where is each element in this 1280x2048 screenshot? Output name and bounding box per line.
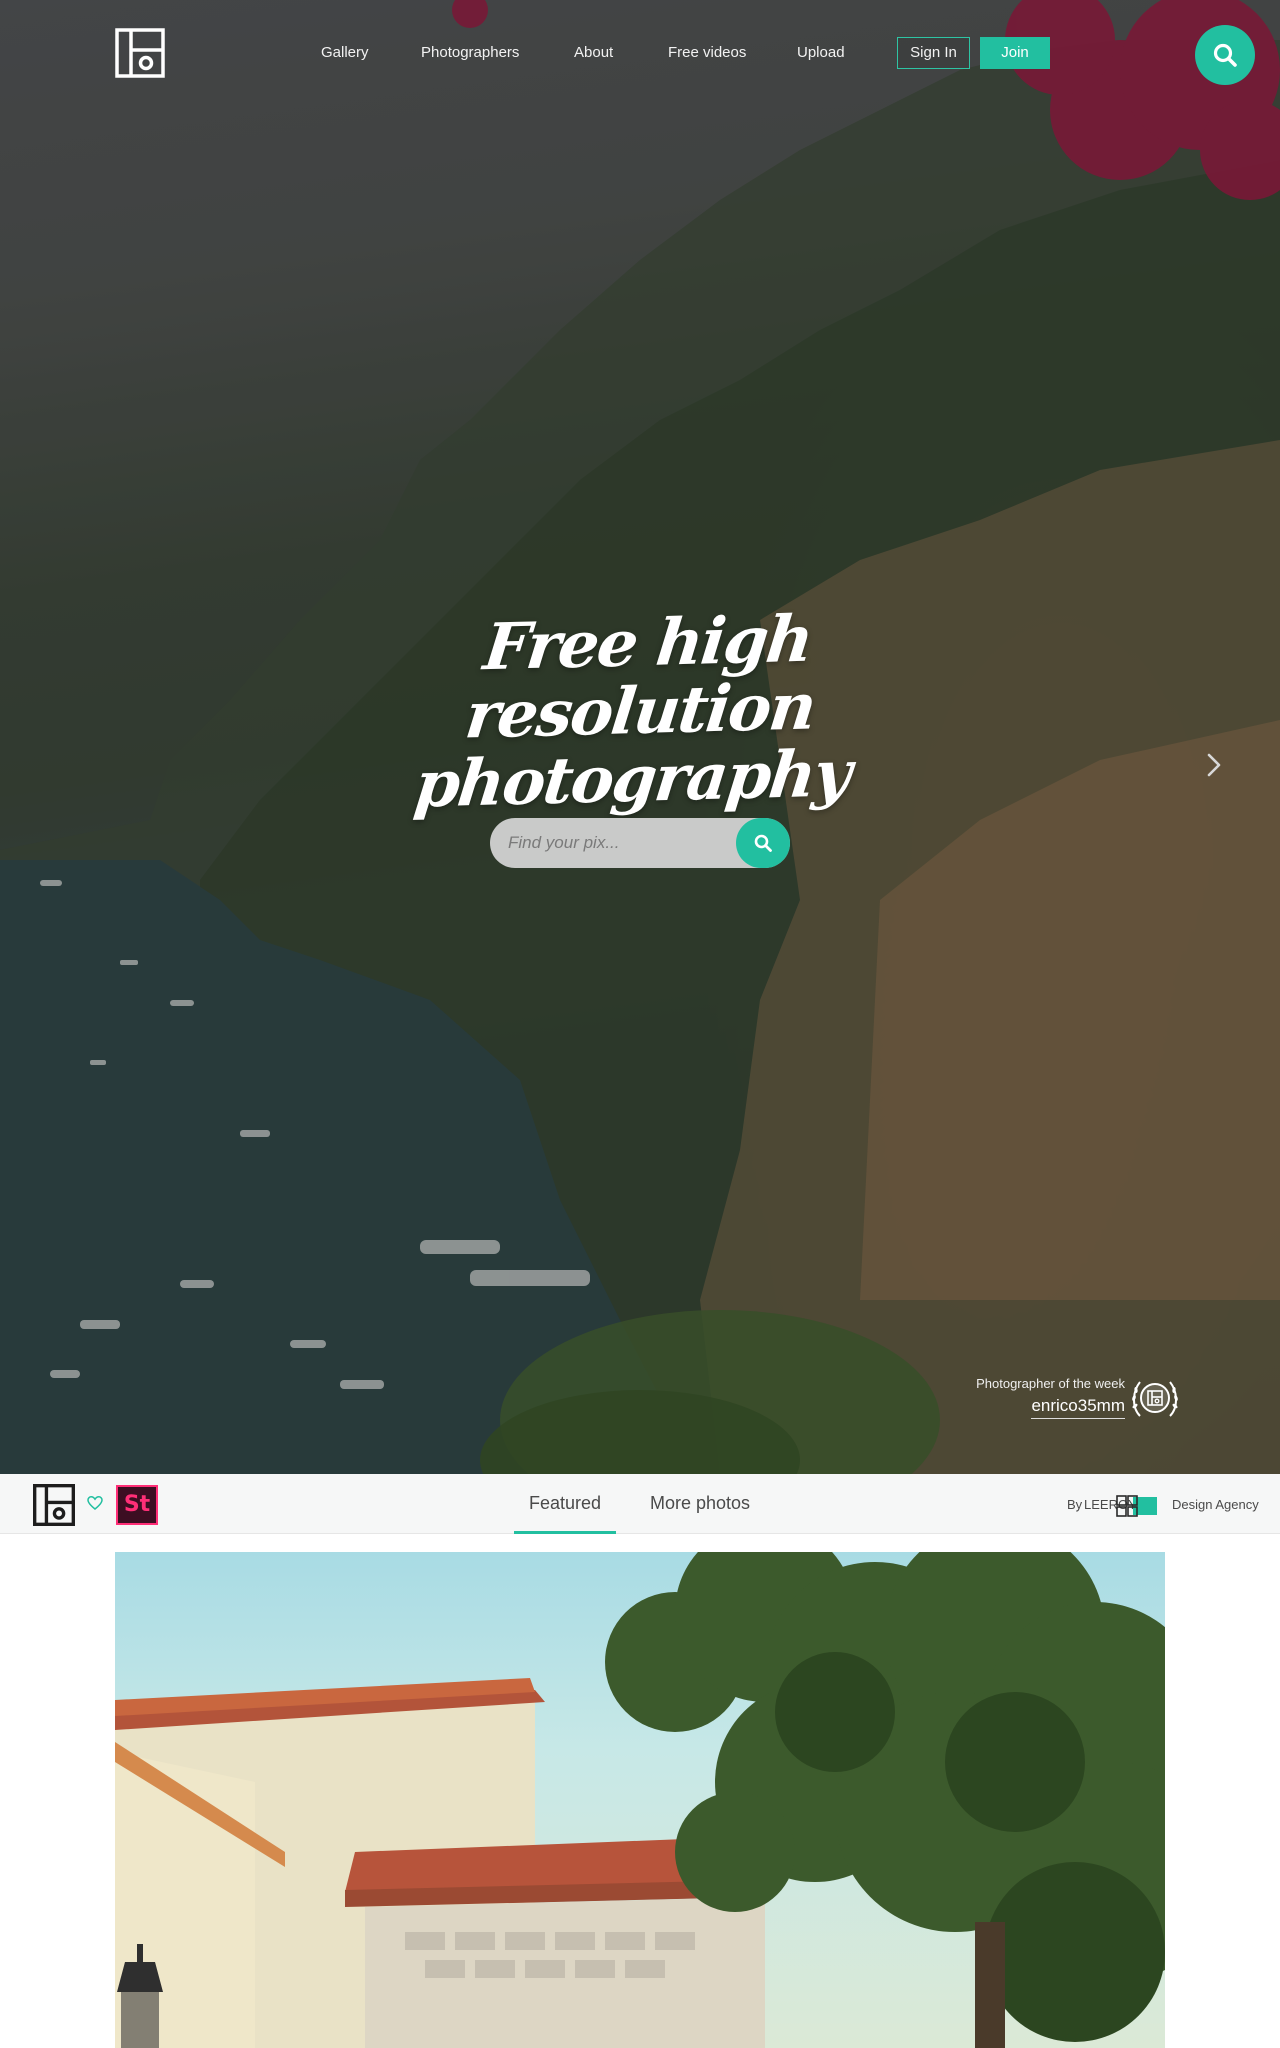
photographer-of-the-week: Photographer of the week enrico35mm [930,1372,1180,1432]
hero-headline-line1: Free high resolution [461,601,819,754]
sign-in-button[interactable]: Sign In [897,37,970,69]
nav-photographers-link[interactable]: Photographers [421,44,519,61]
hero-search-bar [490,818,790,868]
join-button[interactable]: Join [980,37,1050,69]
featured-photo[interactable] [115,1552,1165,2048]
featured-tab-bar: St Featured More photos By LEEROY Design… [0,1474,1280,1534]
nav-free-videos-link[interactable]: Free videos [668,44,746,61]
laurel-badge-icon [1132,1381,1178,1417]
nav-about-link[interactable]: About [574,44,613,61]
nav-gallery-link[interactable]: Gallery [321,44,369,61]
chevron-right-icon[interactable] [1202,750,1226,780]
search-icon [754,834,772,852]
hero-search-button[interactable] [736,818,790,868]
header-search-button[interactable] [1195,25,1255,85]
search-icon [1213,43,1237,67]
potw-label: Photographer of the week [976,1376,1125,1391]
hero-headline: Free high resolution photography [327,601,952,823]
leeroy-logo-icon [1116,1495,1157,1517]
tab-featured[interactable]: Featured [514,1474,616,1534]
tab-more-photos[interactable]: More photos [636,1474,764,1534]
nav-upload-link[interactable]: Upload [797,44,845,61]
credit-agency: Design Agency [1172,1497,1259,1512]
site-logo-icon[interactable] [33,1484,75,1526]
adobe-stock-badge[interactable]: St [116,1485,158,1525]
agency-credit[interactable]: By LEEROY Design Agency [1067,1494,1267,1518]
credit-by: By [1067,1497,1083,1512]
potw-name-link[interactable]: enrico35mm [1031,1396,1125,1419]
hero: Gallery Photographers About Free videos … [0,0,1280,1474]
hero-search-input[interactable] [508,818,728,868]
main-nav: Gallery Photographers About Free videos … [0,44,1280,64]
featured-photo-image [115,1552,1165,2048]
heart-outline-icon[interactable] [86,1494,104,1512]
